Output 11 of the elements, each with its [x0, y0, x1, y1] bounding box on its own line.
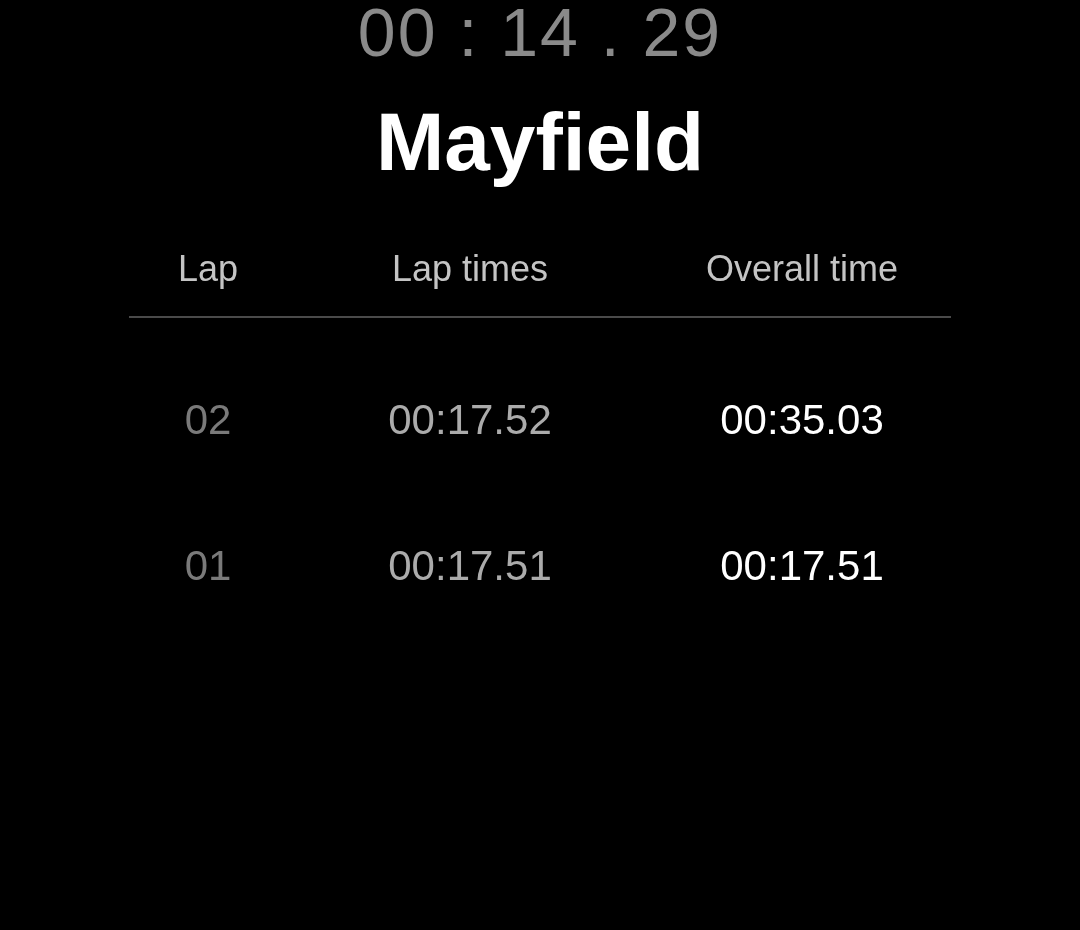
stopwatch-time: 00 : 14 . 29 [357, 0, 723, 72]
lap-time: 00:17.51 [388, 541, 552, 589]
lap-number: 01 [184, 541, 232, 589]
overall-time: 00:17.51 [720, 541, 884, 589]
title: Mayfield [375, 95, 705, 189]
column-header: Lap [177, 248, 239, 289]
column-header: Lap times [391, 248, 549, 289]
overall-time: 00:35.03 [720, 395, 884, 443]
lap-time: 00:17.52 [388, 395, 552, 443]
column-header: Overall time [705, 248, 898, 289]
lap-number: 02 [184, 395, 232, 443]
